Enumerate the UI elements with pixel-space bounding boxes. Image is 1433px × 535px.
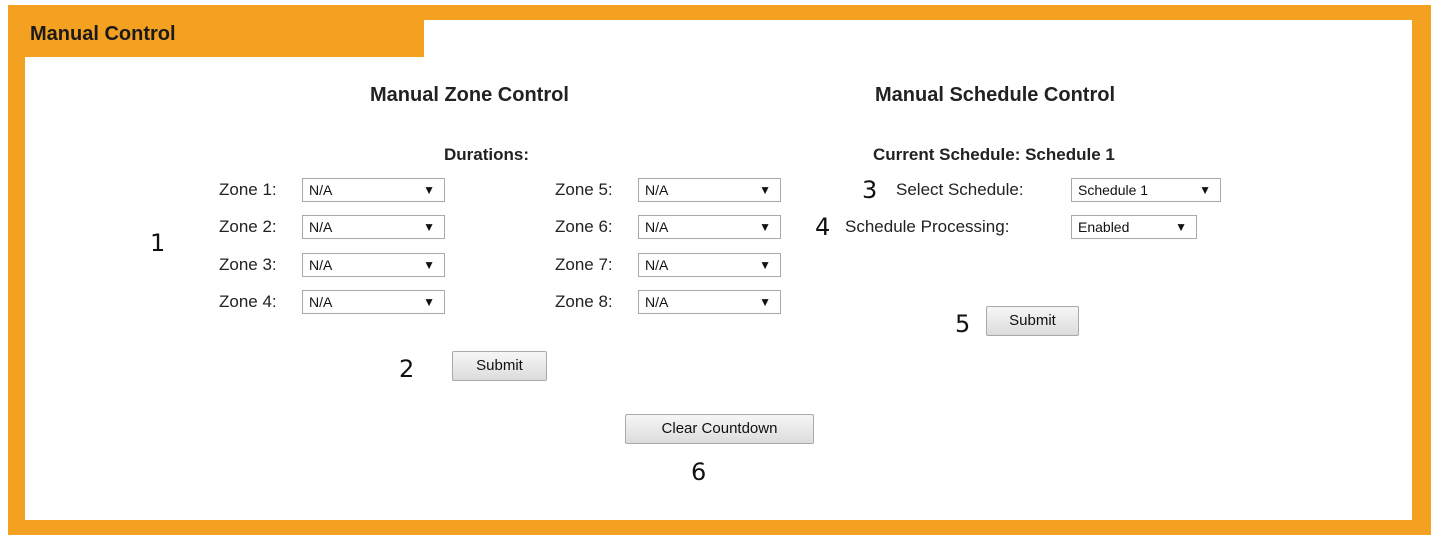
zone-3-duration-select[interactable]: N/A ▼	[302, 253, 445, 277]
chevron-down-icon: ▼	[1175, 220, 1187, 234]
zone-2-duration-select[interactable]: N/A ▼	[302, 215, 445, 239]
chevron-down-icon: ▼	[423, 220, 435, 234]
zone-control-title: Manual Zone Control	[370, 84, 569, 106]
zone-1-duration-select[interactable]: N/A ▼	[302, 178, 445, 202]
zone-5-label: Zone 5:	[555, 180, 613, 199]
chevron-down-icon: ▼	[759, 183, 771, 197]
zone-6-duration-value: N/A	[645, 219, 669, 235]
schedule-processing-label: Schedule Processing:	[845, 217, 1010, 236]
chevron-down-icon: ▼	[1199, 183, 1211, 197]
schedule-processing-value: Enabled	[1078, 219, 1130, 235]
durations-label: Durations:	[444, 145, 529, 164]
chevron-down-icon: ▼	[423, 258, 435, 272]
zone-4-label: Zone 4:	[219, 292, 277, 311]
zone-3-label: Zone 3:	[219, 255, 277, 274]
annotation-5: 5	[955, 310, 971, 338]
schedule-processing-dropdown[interactable]: Enabled ▼	[1071, 215, 1197, 239]
select-schedule-label: Select Schedule:	[896, 180, 1024, 199]
zone-8-duration-value: N/A	[645, 294, 669, 310]
chevron-down-icon: ▼	[423, 183, 435, 197]
zone-1-label: Zone 1:	[219, 180, 277, 199]
annotation-1: 1	[150, 229, 166, 257]
schedule-submit-button[interactable]: Submit	[986, 306, 1079, 336]
zone-4-duration-select[interactable]: N/A ▼	[302, 290, 445, 314]
chevron-down-icon: ▼	[759, 220, 771, 234]
chevron-down-icon: ▼	[423, 295, 435, 309]
zone-7-duration-value: N/A	[645, 257, 669, 273]
select-schedule-value: Schedule 1	[1078, 182, 1149, 198]
zone-8-duration-select[interactable]: N/A ▼	[638, 290, 781, 314]
schedule-control-title: Manual Schedule Control	[875, 84, 1116, 106]
annotation-6: 6	[691, 458, 707, 486]
zone-6-label: Zone 6:	[555, 217, 613, 236]
zone-6-duration-select[interactable]: N/A ▼	[638, 215, 781, 239]
zone-5-duration-select[interactable]: N/A ▼	[638, 178, 781, 202]
current-schedule-text: Current Schedule: Schedule 1	[873, 145, 1115, 164]
zone-7-label: Zone 7:	[555, 255, 613, 274]
zone-1-duration-value: N/A	[309, 182, 333, 198]
clear-countdown-button[interactable]: Clear Countdown	[625, 414, 814, 444]
zone-3-duration-value: N/A	[309, 257, 333, 273]
annotation-3: 3	[862, 176, 878, 204]
zone-2-label: Zone 2:	[219, 217, 277, 236]
annotation-2: 2	[399, 355, 415, 383]
zone-5-duration-value: N/A	[645, 182, 669, 198]
panel-header-gap	[424, 20, 1412, 60]
zone-7-duration-select[interactable]: N/A ▼	[638, 253, 781, 277]
zone-submit-button[interactable]: Submit	[452, 351, 547, 381]
zone-2-duration-value: N/A	[309, 219, 333, 235]
zone-4-duration-value: N/A	[309, 294, 333, 310]
chevron-down-icon: ▼	[759, 258, 771, 272]
zone-8-label: Zone 8:	[555, 292, 613, 311]
chevron-down-icon: ▼	[759, 295, 771, 309]
select-schedule-dropdown[interactable]: Schedule 1 ▼	[1071, 178, 1221, 202]
panel-title: Manual Control	[30, 23, 176, 45]
annotation-4: 4	[815, 213, 831, 241]
